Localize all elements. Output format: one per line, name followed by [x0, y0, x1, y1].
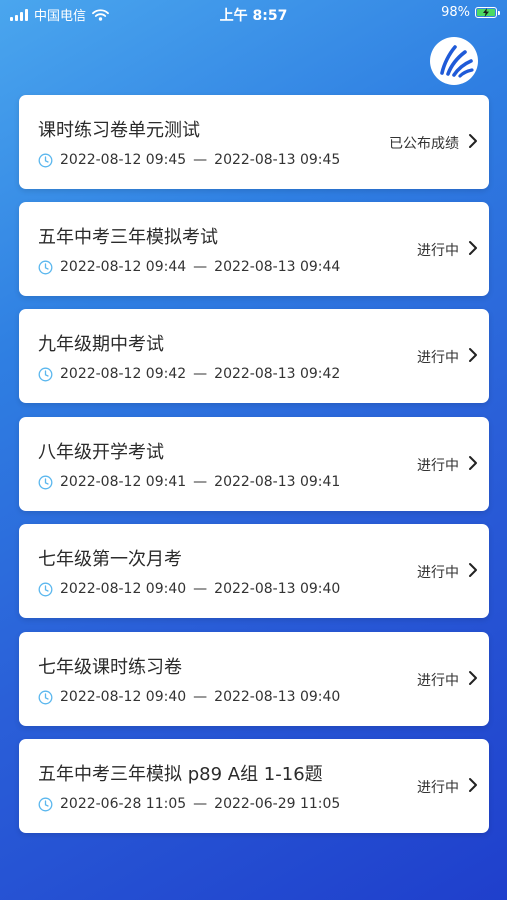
exam-time-range: 2022-06-28 11:05 — 2022-06-29 11:05 [38, 796, 340, 812]
exam-title: 九年级期中考试 [38, 334, 164, 355]
exam-time-separator: — [193, 689, 208, 705]
exam-time-range: 2022-08-12 09:40 — 2022-08-13 09:40 [38, 581, 340, 597]
exam-time-range: 2022-08-12 09:44 — 2022-08-13 09:44 [38, 259, 340, 275]
exam-time-separator: — [193, 581, 208, 597]
chevron-right-icon [469, 241, 477, 255]
exam-title: 课时练习卷单元测试 [38, 120, 200, 141]
clock-icon [38, 153, 53, 167]
exam-card[interactable]: 九年级期中考试 2022-08-12 09:42 — 2022-08-13 09… [19, 309, 489, 403]
chevron-right-icon [469, 563, 477, 577]
exam-status: 进行中 [417, 243, 459, 259]
exam-time-range: 2022-08-12 09:40 — 2022-08-13 09:40 [38, 689, 340, 705]
status-right: 98% [441, 5, 500, 20]
exam-status: 进行中 [417, 565, 459, 581]
exam-end-time: 2022-08-13 09:42 [214, 366, 341, 382]
exam-card[interactable]: 八年级开学考试 2022-08-12 09:41 — 2022-08-13 09… [19, 417, 489, 511]
chevron-right-icon [469, 778, 477, 792]
exam-start-time: 2022-08-12 09:41 [60, 474, 187, 490]
exam-start-time: 2022-08-12 09:40 [60, 581, 187, 597]
exam-card[interactable]: 五年中考三年模拟 p89 A组 1-16题 2022-06-28 11:05 —… [19, 739, 489, 833]
clock-icon [38, 582, 53, 596]
exam-status: 已公布成绩 [389, 136, 459, 152]
exam-card[interactable]: 七年级课时练习卷 2022-08-12 09:40 — 2022-08-13 0… [19, 632, 489, 726]
chevron-right-icon [469, 671, 477, 685]
exam-card[interactable]: 课时练习卷单元测试 2022-08-12 09:45 — 2022-08-13 … [19, 95, 489, 189]
battery-icon [475, 7, 500, 18]
exam-time-separator: — [193, 474, 208, 490]
exam-title: 五年中考三年模拟考试 [38, 227, 218, 248]
exam-end-time: 2022-08-13 09:44 [214, 259, 341, 275]
exam-status: 进行中 [417, 350, 459, 366]
clock-icon [38, 797, 53, 811]
exam-time-range: 2022-08-12 09:45 — 2022-08-13 09:45 [38, 152, 340, 168]
exam-title: 八年级开学考试 [38, 442, 164, 463]
exam-start-time: 2022-08-12 09:42 [60, 366, 187, 382]
bolt-icon [483, 8, 489, 17]
chevron-right-icon [469, 134, 477, 148]
exam-end-time: 2022-08-13 09:41 [214, 474, 341, 490]
exam-start-time: 2022-08-12 09:40 [60, 689, 187, 705]
exam-title: 五年中考三年模拟 p89 A组 1-16题 [38, 764, 323, 785]
exam-time-separator: — [193, 366, 208, 382]
exam-start-time: 2022-06-28 11:05 [60, 796, 187, 812]
battery-percent: 98% [441, 5, 470, 20]
exam-start-time: 2022-08-12 09:45 [60, 152, 187, 168]
exam-status: 进行中 [417, 780, 459, 796]
clock-icon [38, 367, 53, 381]
exam-end-time: 2022-08-13 09:45 [214, 152, 341, 168]
exam-time-separator: — [193, 259, 208, 275]
exam-time-range: 2022-08-12 09:41 — 2022-08-13 09:41 [38, 474, 340, 490]
exam-end-time: 2022-06-29 11:05 [214, 796, 341, 812]
exam-time-separator: — [193, 796, 208, 812]
clock-icon [38, 475, 53, 489]
exam-status: 进行中 [417, 458, 459, 474]
clock-icon [38, 260, 53, 274]
exam-end-time: 2022-08-13 09:40 [214, 689, 341, 705]
exam-time-range: 2022-08-12 09:42 — 2022-08-13 09:42 [38, 366, 340, 382]
clock-icon [38, 690, 53, 704]
chevron-right-icon [469, 456, 477, 470]
exam-title: 七年级第一次月考 [38, 549, 182, 570]
exam-card[interactable]: 七年级第一次月考 2022-08-12 09:40 — 2022-08-13 0… [19, 524, 489, 618]
chevron-right-icon [469, 348, 477, 362]
exam-end-time: 2022-08-13 09:40 [214, 581, 341, 597]
exam-title: 七年级课时练习卷 [38, 657, 182, 678]
exam-start-time: 2022-08-12 09:44 [60, 259, 187, 275]
clock-time: 上午 8:57 [219, 8, 288, 24]
app-logo-icon [430, 37, 478, 85]
exam-card[interactable]: 五年中考三年模拟考试 2022-08-12 09:44 — 2022-08-13… [19, 202, 489, 296]
status-bar: 中国电信 上午 8:57 98% [0, 0, 507, 28]
exam-time-separator: — [193, 152, 208, 168]
exam-status: 进行中 [417, 673, 459, 689]
